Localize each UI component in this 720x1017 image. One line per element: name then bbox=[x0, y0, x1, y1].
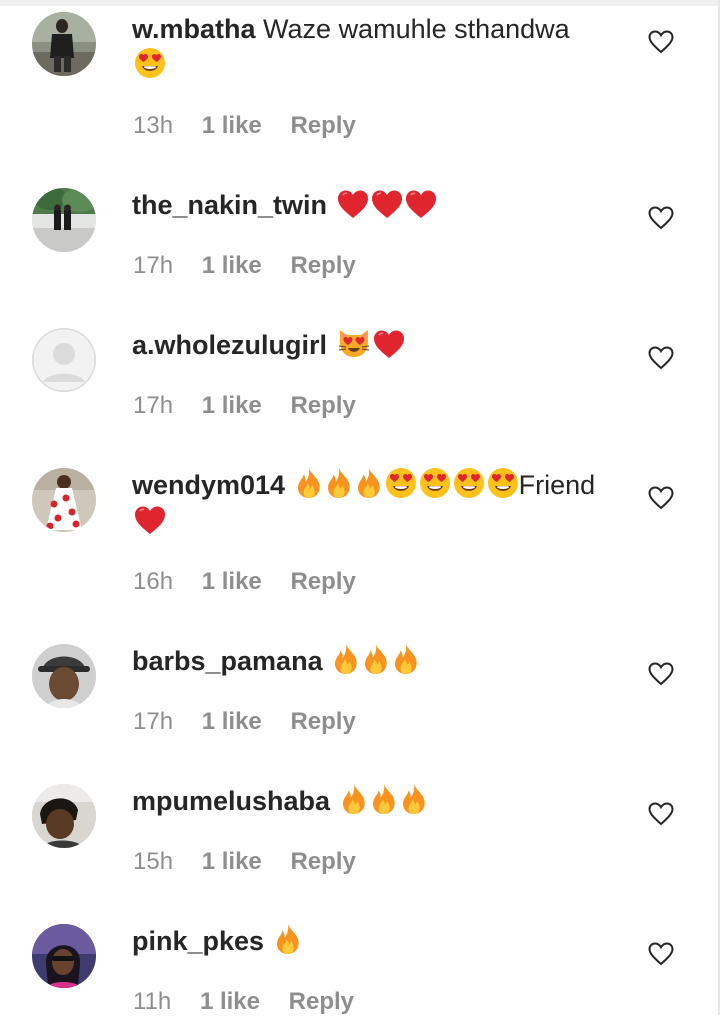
likes-count[interactable]: 1 like bbox=[202, 252, 262, 279]
timestamp: 17h bbox=[133, 392, 174, 419]
comment-meta: 13h 1 like Reply bbox=[133, 111, 378, 141]
comment-text: wendym014 Friend bbox=[132, 467, 624, 539]
comment-item: mpumelushaba 15h 1 like Reply bbox=[0, 756, 720, 896]
heart-outline-icon[interactable] bbox=[648, 802, 674, 826]
comment-text: a.wholezulugirl bbox=[132, 327, 624, 363]
likes-count[interactable]: 1 like bbox=[202, 112, 262, 139]
red-heart-emoji bbox=[371, 189, 403, 219]
avatar[interactable] bbox=[32, 468, 96, 532]
timestamp: 16h bbox=[133, 568, 174, 595]
red-heart-emoji bbox=[134, 505, 166, 535]
comment-meta: 16h 1 like Reply bbox=[133, 567, 378, 597]
reply-button[interactable]: Reply bbox=[290, 392, 355, 419]
fire-emoji bbox=[362, 643, 390, 675]
comment-item: a.wholezulugirl 17h 1 like Reply bbox=[0, 300, 720, 440]
comment-text: mpumelushaba bbox=[132, 783, 624, 819]
reply-button[interactable]: Reply bbox=[290, 112, 355, 139]
username[interactable]: pink_pkes bbox=[132, 926, 264, 956]
username[interactable]: barbs_pamana bbox=[132, 646, 323, 676]
comment-meta: 17h 1 like Reply bbox=[133, 391, 378, 421]
likes-count[interactable]: 1 like bbox=[202, 708, 262, 735]
reply-button[interactable]: Reply bbox=[290, 708, 355, 735]
likes-count[interactable]: 1 like bbox=[202, 568, 262, 595]
timestamp: 15h bbox=[133, 848, 174, 875]
username[interactable]: w.mbatha bbox=[132, 14, 256, 44]
avatar[interactable] bbox=[32, 784, 96, 848]
username[interactable]: the_nakin_twin bbox=[132, 190, 327, 220]
comment-meta: 15h 1 like Reply bbox=[133, 847, 378, 877]
avatar[interactable] bbox=[32, 924, 96, 988]
fire-emoji bbox=[355, 467, 383, 499]
comment-meta: 17h 1 like Reply bbox=[133, 707, 378, 737]
timestamp: 11h bbox=[133, 988, 172, 1015]
heart-outline-icon[interactable] bbox=[648, 30, 674, 54]
comment-text: pink_pkes bbox=[132, 923, 624, 959]
avatar[interactable] bbox=[32, 188, 96, 252]
heart-eyes-emoji bbox=[134, 47, 166, 79]
comment-item: wendym014 Friend 16h 1 like Reply bbox=[0, 440, 720, 616]
heart-eyes-emoji bbox=[487, 467, 519, 499]
likes-count[interactable]: 1 like bbox=[202, 848, 262, 875]
reply-button[interactable]: Reply bbox=[290, 848, 355, 875]
username[interactable]: mpumelushaba bbox=[132, 786, 330, 816]
fire-emoji bbox=[370, 783, 398, 815]
timestamp: 13h bbox=[133, 112, 174, 139]
red-heart-emoji bbox=[337, 189, 369, 219]
reply-button[interactable]: Reply bbox=[290, 568, 355, 595]
likes-count[interactable]: 1 like bbox=[202, 392, 262, 419]
fire-emoji bbox=[295, 467, 323, 499]
red-heart-emoji bbox=[373, 329, 405, 359]
comment-text: barbs_pamana bbox=[132, 643, 624, 679]
likes-count[interactable]: 1 like bbox=[200, 988, 260, 1015]
timestamp: 17h bbox=[133, 708, 174, 735]
comment-body: Waze wamuhle sthandwa bbox=[263, 14, 570, 44]
heart-eyes-emoji bbox=[419, 467, 451, 499]
red-heart-emoji bbox=[405, 189, 437, 219]
fire-emoji bbox=[332, 643, 360, 675]
heart-eyes-emoji bbox=[453, 467, 485, 499]
avatar[interactable] bbox=[32, 12, 96, 76]
heart-outline-icon[interactable] bbox=[648, 486, 674, 510]
comment-item: pink_pkes 11h 1 like Reply bbox=[0, 896, 720, 1015]
reply-button[interactable]: Reply bbox=[290, 252, 355, 279]
comment-meta: 11h 1 like Reply bbox=[133, 987, 376, 1017]
cat-heart-eyes-emoji bbox=[337, 327, 371, 359]
fire-emoji bbox=[325, 467, 353, 499]
heart-outline-icon[interactable] bbox=[648, 346, 674, 370]
avatar[interactable] bbox=[32, 328, 96, 392]
username[interactable]: wendym014 bbox=[132, 470, 285, 500]
comment-text: the_nakin_twin bbox=[132, 187, 624, 223]
comment-item: barbs_pamana 17h 1 like Reply bbox=[0, 616, 720, 756]
comment-item: w.mbatha Waze wamuhle sthandwa 13h 1 lik… bbox=[0, 0, 720, 160]
comment-meta: 17h 1 like Reply bbox=[133, 251, 378, 281]
avatar[interactable] bbox=[32, 644, 96, 708]
username[interactable]: a.wholezulugirl bbox=[132, 330, 327, 360]
comment-item: the_nakin_twin 17h 1 like Reply bbox=[0, 160, 720, 300]
comment-body: Friend bbox=[518, 470, 596, 500]
heart-outline-icon[interactable] bbox=[648, 206, 674, 230]
heart-eyes-emoji bbox=[385, 467, 417, 499]
fire-emoji bbox=[274, 923, 302, 955]
heart-outline-icon[interactable] bbox=[648, 662, 674, 686]
reply-button[interactable]: Reply bbox=[289, 988, 354, 1015]
timestamp: 17h bbox=[133, 252, 174, 279]
fire-emoji bbox=[340, 783, 368, 815]
fire-emoji bbox=[400, 783, 428, 815]
fire-emoji bbox=[392, 643, 420, 675]
comment-text: w.mbatha Waze wamuhle sthandwa bbox=[132, 11, 624, 83]
heart-outline-icon[interactable] bbox=[648, 942, 674, 966]
